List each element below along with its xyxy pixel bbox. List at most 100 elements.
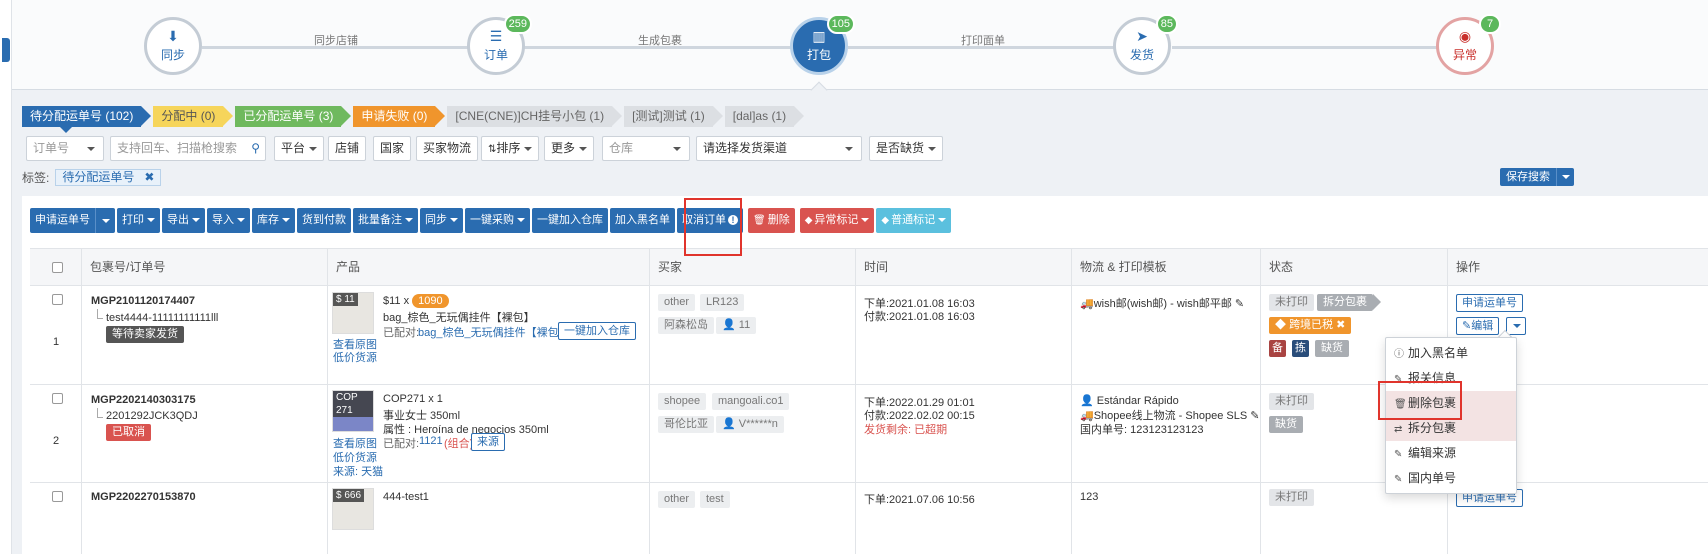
count-badge: 7 <box>1479 14 1501 34</box>
apply-tracking-button[interactable]: 申请运单号 <box>30 208 115 233</box>
left-rail <box>0 0 12 554</box>
tag-icon: ◆ <box>804 215 813 226</box>
channel-select[interactable]: 请选择发货渠道 <box>696 136 862 161</box>
user-icon: 👤 <box>722 418 739 430</box>
tab-allocated[interactable]: 已分配运单号 (3) <box>235 106 352 127</box>
import-button[interactable]: 导入 <box>207 208 250 233</box>
tag-filter-row: 标签: 待分配运单号 ✖ <box>22 169 162 186</box>
logistics-line: 🚚wish邮(wish邮) - wish邮平邮 ✎ <box>1080 298 1245 310</box>
warehouse-select[interactable]: 仓库 <box>602 136 690 161</box>
menu-item-add-blacklist[interactable]: ⓘ 加入黑名单 <box>1386 341 1516 366</box>
order-number[interactable]: 2201292JCK3QDJ <box>106 410 198 422</box>
user-icon: 👤 <box>722 319 739 331</box>
abnormal-mark-button[interactable]: ◆ 异常标记 <box>799 208 875 233</box>
tab-channel-test[interactable]: [测试]测试 (1) <box>624 106 723 127</box>
wf-edge-label: 打印面单 <box>961 35 1005 47</box>
wf-step-sync[interactable]: ⬇ 同步 <box>144 17 202 75</box>
matched-product-link[interactable]: bag_棕色_无玩偶挂件【裸包】 <box>418 324 570 340</box>
edit-icon: ✎ <box>1394 474 1403 485</box>
product-thumbnail[interactable]: $ 11 <box>332 292 374 334</box>
col-logistics: 物流 & 打印模板 <box>1072 249 1261 286</box>
col-time: 时间 <box>856 249 1072 286</box>
row-checkbox[interactable] <box>52 393 63 404</box>
close-icon: ✖ <box>1336 319 1346 331</box>
select-all-checkbox[interactable] <box>30 249 82 286</box>
stock-button[interactable]: 库存 <box>252 208 295 233</box>
row-checkbox[interactable] <box>52 491 63 502</box>
tab-allocating[interactable]: 分配中 (0) <box>153 106 234 127</box>
wf-step-label: 打包 <box>806 48 831 62</box>
row-more-dropdown[interactable] <box>1506 317 1526 335</box>
source-mini-button[interactable]: 来源 <box>471 433 505 451</box>
stockout-dropdown[interactable]: 是否缺货 <box>869 136 944 161</box>
more-dropdown[interactable]: 更多 <box>544 136 595 161</box>
wf-step-ship[interactable]: ➤ 发货 85 <box>1113 14 1178 75</box>
delete-button[interactable]: 🗑 删除 <box>748 208 795 233</box>
cod-button[interactable]: 货到付款 <box>297 208 351 233</box>
active-step-pointer <box>810 81 828 99</box>
tab-channel-dal[interactable]: [dal]as (1) <box>724 106 805 127</box>
logistics-line: 👤 Estándar Rápido <box>1080 395 1179 407</box>
tab-apply-failed[interactable]: 申请失败 (0) <box>353 106 446 127</box>
apply-tracking-row-button[interactable]: 申请运单号 <box>1456 294 1523 312</box>
package-number[interactable]: MGP2101120174407 <box>91 295 195 307</box>
product-thumbnail[interactable]: $ 666 <box>332 488 374 530</box>
edit-icon[interactable]: ✎ <box>1235 298 1244 310</box>
shop-button[interactable]: 店铺 <box>328 136 367 161</box>
save-search-button[interactable]: 保存搜索 <box>1500 168 1574 186</box>
platform-dropdown[interactable]: 平台 <box>274 136 325 161</box>
wf-step-label: 订单 <box>483 48 508 62</box>
chevron-down-icon[interactable] <box>1556 168 1574 186</box>
list-icon: ☰ <box>489 28 503 44</box>
matched-product-link[interactable]: 1121 <box>419 435 443 447</box>
product-thumbnail[interactable]: COP 271 <box>332 390 374 432</box>
package-number[interactable]: MGP2202270153870 <box>91 491 196 503</box>
close-icon[interactable]: ✖ <box>144 170 154 184</box>
tag-icon: ◆ <box>881 215 890 226</box>
rail-toggle[interactable] <box>2 38 10 62</box>
count-badge: 85 <box>1155 14 1178 34</box>
combo-label: (组合) <box>444 438 474 450</box>
table-header: 包裹号/订单号 产品 买家 时间 物流 & 打印模板 状态 操作 <box>30 248 1708 286</box>
search-input[interactable]: 支持回车、扫描枪搜索 ⚲ <box>110 136 266 161</box>
edit-icon[interactable]: ✎ <box>1250 410 1259 422</box>
low-price-link[interactable]: 低价货源 <box>333 349 377 365</box>
col-package: 包裹号/订单号 <box>82 249 328 286</box>
order-type-select[interactable]: 订单号 <box>26 136 104 161</box>
workflow-bar: 同步店铺 生成包裹 打印面单 ⬇ 同步 ☰ 订单 259 ▥ 打包 105 ➤ … <box>12 0 1708 99</box>
buyer-logistics-button[interactable]: 买家物流 <box>416 136 479 161</box>
menu-item-domestic-tracking[interactable]: ✎ 国内单号 <box>1386 466 1516 491</box>
order-number[interactable]: test4444-11111111111lll <box>106 312 218 324</box>
source-link[interactable]: 来源: 天猫 <box>333 463 383 479</box>
sync-button[interactable]: 同步 <box>420 208 463 233</box>
toolbar: 申请运单号 打印 导出 导入 库存 货到付款 批量备注 同步 一键采购 一键加入… <box>30 208 953 233</box>
buyer-store: LR123 <box>700 294 745 311</box>
print-button[interactable]: 打印 <box>117 208 160 233</box>
export-button[interactable]: 导出 <box>162 208 205 233</box>
status-tabs: 待分配运单号 (102) 分配中 (0) 已分配运单号 (3) 申请失败 (0)… <box>22 106 806 127</box>
tab-channel-cne[interactable]: [CNE(CNE)]CH挂号小包 (1) <box>447 106 622 127</box>
tab-pending-tracking[interactable]: 待分配运单号 (102) <box>22 106 152 127</box>
menu-item-edit-source[interactable]: ✎ 编辑来源 <box>1386 441 1516 466</box>
edit-row-button[interactable]: ✎编辑 <box>1456 317 1500 335</box>
one-click-purchase-button[interactable]: 一键采购 <box>465 208 530 233</box>
wf-step-abnormal[interactable]: ◉ 异常 7 <box>1436 14 1501 75</box>
edit-icon: ✎ <box>1394 449 1403 460</box>
normal-mark-button[interactable]: ◆ 普通标记 <box>876 208 952 233</box>
buyer-user: 👤 V******n <box>716 416 784 433</box>
print-status-badge: 未打印 <box>1269 294 1314 311</box>
wf-step-orders[interactable]: ☰ 订单 259 <box>467 14 532 75</box>
wf-step-pack[interactable]: ▥ 打包 105 <box>790 14 855 75</box>
buyer-platform: other <box>658 294 696 311</box>
add-to-warehouse-mini-button[interactable]: 一键加入仓库 <box>558 322 636 340</box>
row-checkbox[interactable] <box>52 294 63 305</box>
batch-remark-button[interactable]: 批量备注 <box>353 208 418 233</box>
add-to-warehouse-button[interactable]: 一键加入仓库 <box>532 208 608 233</box>
package-number[interactable]: MGP2202140303175 <box>91 394 196 406</box>
stockout-tag: 缺货 <box>1315 340 1349 357</box>
buyer-platform: other <box>658 491 696 508</box>
sort-dropdown[interactable]: ⇅排序 <box>481 136 540 161</box>
country-button[interactable]: 国家 <box>373 136 412 161</box>
search-icon[interactable]: ⚲ <box>251 137 260 160</box>
add-blacklist-button[interactable]: 加入黑名单 <box>610 208 675 233</box>
